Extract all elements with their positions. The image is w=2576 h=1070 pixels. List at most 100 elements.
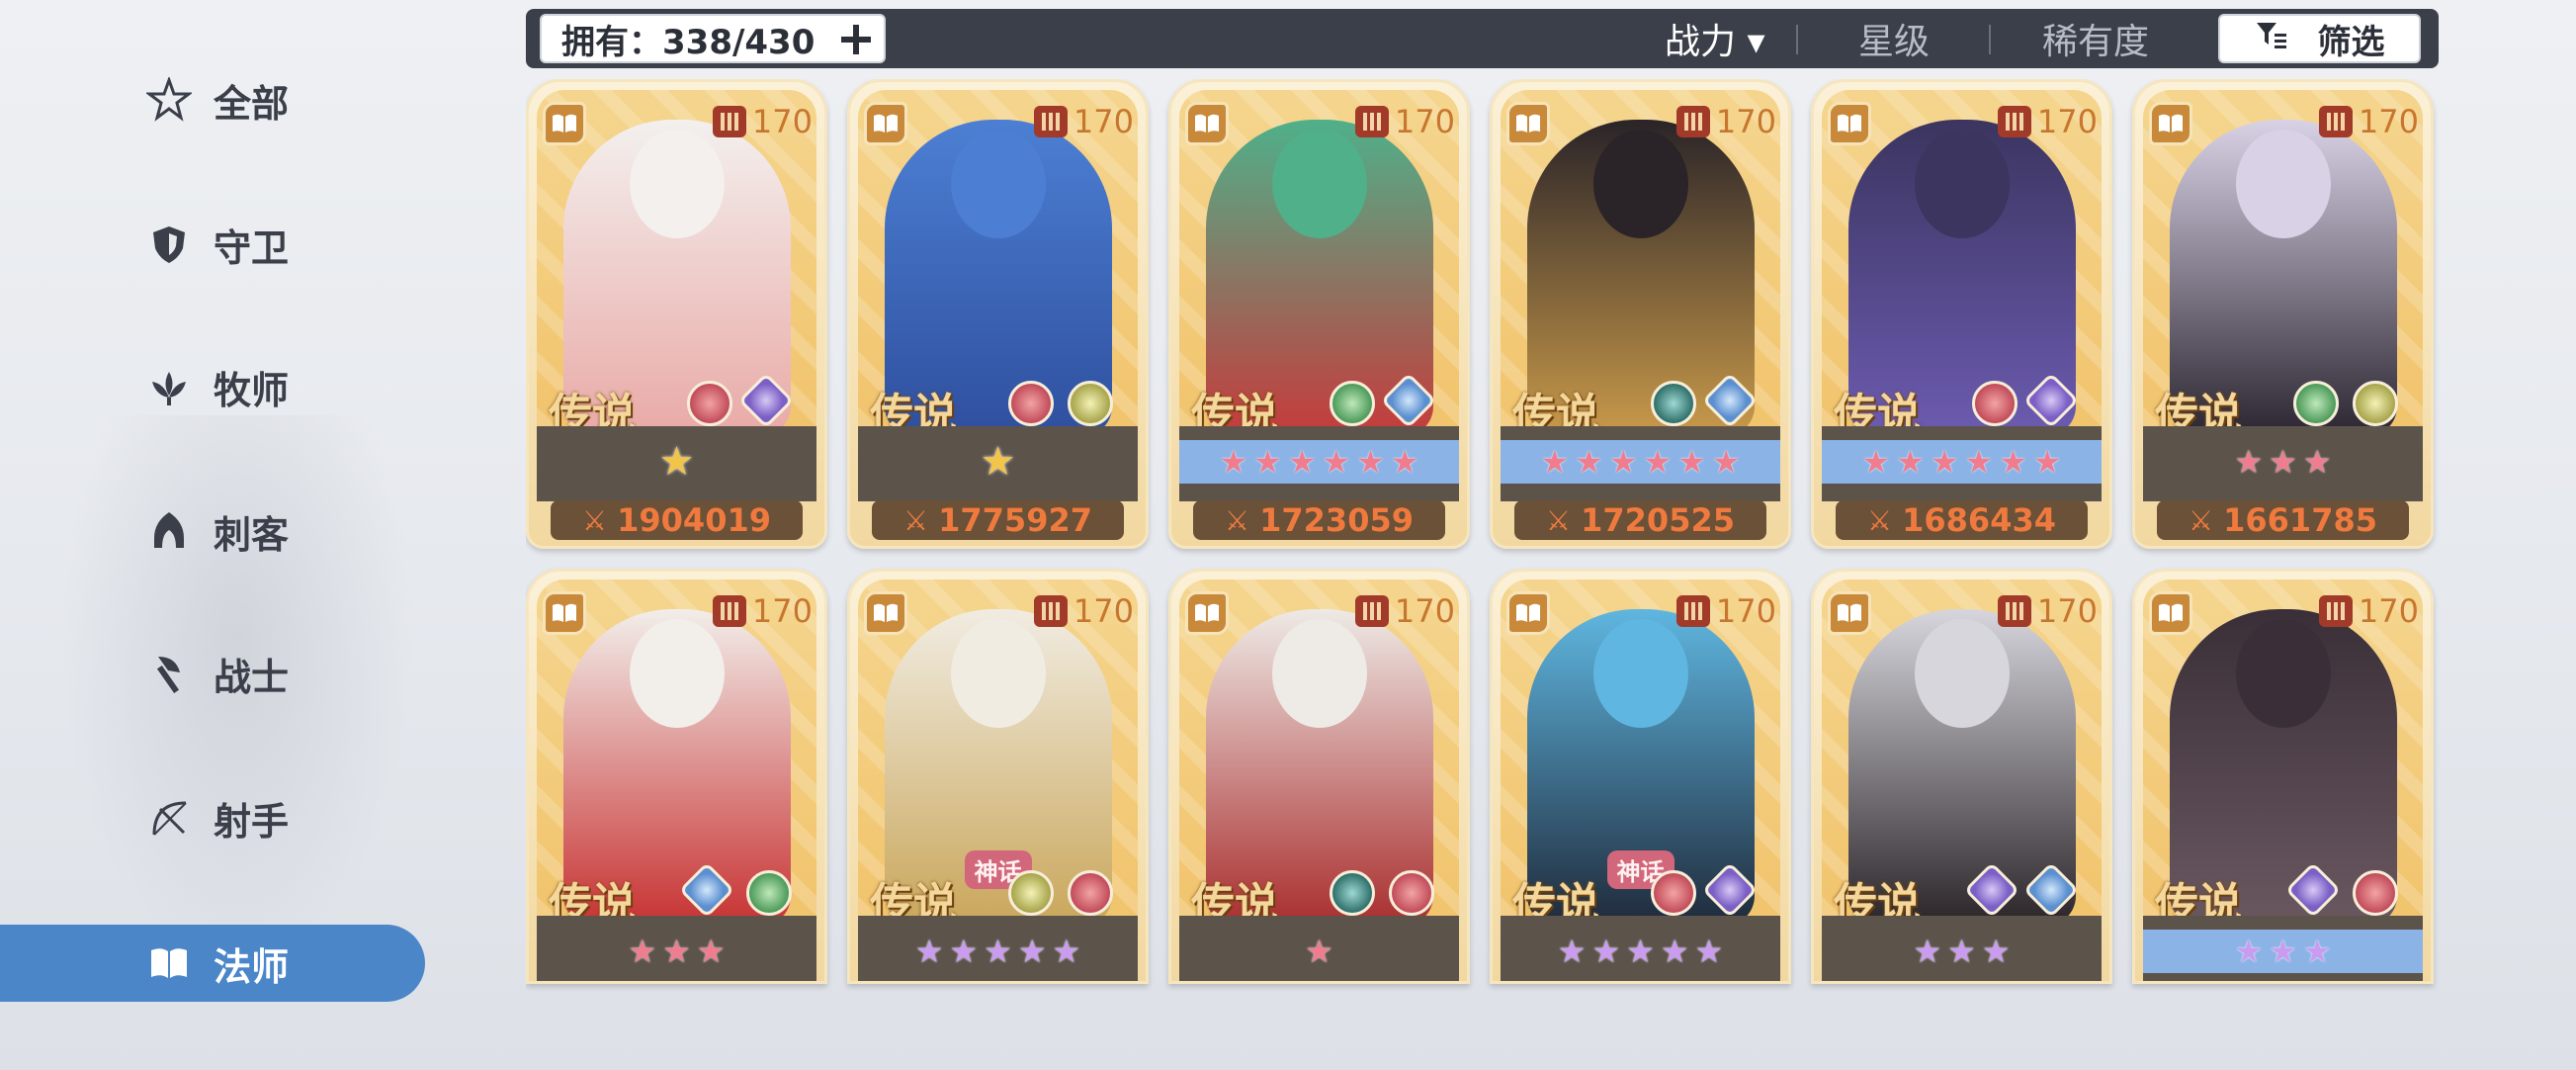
- star-icon: ★: [1575, 443, 1603, 481]
- hero-card[interactable]: 170 传说 ★ ★ ★ ★ ★ ★ ⚔ 1720525: [1490, 79, 1791, 549]
- sort-tab-star[interactable]: 星级: [1858, 17, 1930, 62]
- star-icon: ★: [1626, 933, 1655, 970]
- sidebar-item-all[interactable]: 全部: [0, 61, 425, 138]
- combat-power-value: 1904019: [617, 501, 771, 539]
- level-tier-icon: [1354, 106, 1389, 137]
- sidebar-item-label: 战士: [214, 655, 290, 699]
- element-fire-icon: [2353, 870, 2398, 916]
- expand-capacity-plus-icon[interactable]: [836, 20, 876, 59]
- star-area: ★ ★ ★ ★ ★ ★: [1822, 426, 2102, 501]
- level-value: 170: [2036, 592, 2098, 630]
- sidebar-item-archer[interactable]: 射手: [0, 779, 425, 856]
- star-icon: ★: [1694, 933, 1724, 970]
- element-fire-icon: [687, 381, 732, 426]
- hero-head: [2235, 619, 2331, 728]
- hero-card[interactable]: 170 传说 ★ ★ ★ ⚔ 1661785: [2132, 79, 2434, 549]
- element-light-icon: [1068, 381, 1113, 426]
- shield-icon: [146, 222, 192, 267]
- hero-card[interactable]: 170 传说 ★ ★ ★: [1811, 569, 2112, 984]
- star-area: ★ ★ ★ ★ ★ ★: [1179, 426, 1459, 501]
- hero-card[interactable]: 170 传说 ★ ★ ★: [2132, 569, 2434, 984]
- hero-level: 170: [2318, 591, 2419, 631]
- owned-count-box: 拥有：338/430: [540, 14, 886, 63]
- sidebar-item-assassin[interactable]: 刺客: [0, 492, 425, 570]
- combat-power-value: 1775927: [938, 501, 1092, 539]
- hero-card[interactable]: 170 传说 ★ ★ ★ ★ ★ ★ ⚔ 1686434: [1811, 79, 2112, 549]
- level-value: 170: [2358, 592, 2419, 630]
- star-rating: ★ ★ ★ ★ ★: [1501, 930, 1780, 973]
- sidebar-item-priest[interactable]: 牧师: [0, 348, 425, 425]
- star-icon: ★: [1591, 933, 1621, 970]
- hero-card[interactable]: 170 神话 传说 ★ ★ ★ ★ ★: [1490, 569, 1791, 984]
- star-icon: ★: [1052, 933, 1081, 970]
- sidebar-item-label: 全部: [214, 81, 290, 126]
- crossed-swords-icon: ⚔: [2189, 503, 2214, 537]
- sort-tab-power[interactable]: 战力 ▾: [1665, 17, 1765, 62]
- hero-card[interactable]: 170 传说 ★ ⚔ 1904019: [526, 79, 827, 549]
- element-fire-icon: [1068, 870, 1113, 916]
- sort-tab-rarity[interactable]: 稀有度: [2042, 17, 2149, 62]
- sidebar-item-warrior[interactable]: 战士: [0, 635, 425, 712]
- star-rating: ★ ★ ★ ★ ★: [858, 930, 1138, 973]
- star-rating: ★: [858, 439, 1138, 485]
- star-icon: ★: [662, 933, 691, 970]
- hero-level: 170: [1675, 102, 1776, 141]
- crossed-swords-icon: ⚔: [1225, 503, 1250, 537]
- mage-class-book-icon: [1506, 591, 1550, 635]
- hero-level: 170: [1033, 591, 1134, 631]
- hero-card[interactable]: 170 传说 ★ ★ ★: [526, 569, 827, 984]
- hero-head: [1271, 619, 1367, 728]
- star-icon: ★: [1947, 933, 1976, 970]
- level-value: 170: [1073, 103, 1134, 140]
- hero-level: 170: [1997, 591, 2098, 631]
- star-icon: ★: [1861, 443, 1891, 481]
- hero-card[interactable]: 170 神话 传说 ★ ★ ★ ★ ★: [847, 569, 1149, 984]
- element-light-icon: [1008, 870, 1054, 916]
- element-void-icon: [1330, 870, 1375, 916]
- hero-card[interactable]: 170 传说 ★: [1168, 569, 1470, 984]
- level-tier-icon: [1354, 595, 1389, 627]
- mage-class-book-icon: [1828, 591, 1871, 635]
- mage-class-book-icon: [2149, 102, 2192, 145]
- star-rating: ★ ★ ★: [2143, 930, 2423, 973]
- star-rating: ★ ★ ★ ★ ★ ★: [1179, 440, 1459, 484]
- hero-level: 170: [1354, 102, 1455, 141]
- filter-button[interactable]: 筛选: [2218, 14, 2421, 63]
- class-filter-sidebar: 全部 守卫 牧师 刺客 战士 射手 法师: [0, 0, 435, 1070]
- star-area: ★ ★ ★: [1822, 916, 2102, 981]
- star-area: ★: [537, 426, 816, 501]
- hero-level: 170: [1997, 102, 2098, 141]
- sort-tab-label: 战力 ▾: [1665, 22, 1765, 62]
- sidebar-item-label: 刺客: [214, 512, 290, 557]
- star-icon: ★: [2269, 933, 2297, 970]
- star-rating: ★: [1179, 930, 1459, 973]
- element-void-icon: [1651, 381, 1696, 426]
- hood-icon: [146, 508, 192, 554]
- crossed-swords-icon: ⚔: [1867, 503, 1893, 537]
- combat-power: ⚔ 1661785: [2157, 500, 2409, 540]
- star-icon: ★: [2302, 933, 2332, 970]
- divider: [1796, 25, 1798, 54]
- combat-power: ⚔ 1720525: [1514, 500, 1766, 540]
- winged-star-emblem-icon: ★: [980, 439, 1016, 485]
- filter-icon: [2255, 19, 2288, 58]
- element-fire-icon: [1389, 870, 1434, 916]
- level-tier-icon: [2318, 106, 2353, 137]
- hero-head: [1271, 130, 1367, 238]
- crossed-swords-icon: ⚔: [903, 503, 929, 537]
- sidebar-item-guardian[interactable]: 守卫: [0, 206, 425, 283]
- star-icon: ★: [2234, 443, 2264, 481]
- level-tier-icon: [1675, 106, 1710, 137]
- hero-head: [1914, 619, 2010, 728]
- level-value: 170: [751, 592, 813, 630]
- combat-power: ⚔ 1775927: [872, 500, 1124, 540]
- hero-card[interactable]: 170 传说 ★ ⚔ 1775927: [847, 79, 1149, 549]
- mage-class-book-icon: [543, 102, 586, 145]
- sidebar-item-mage[interactable]: 法师: [0, 925, 425, 1002]
- star-icon: ★: [1930, 443, 1959, 481]
- owned-count: 拥有：338/430: [561, 22, 816, 62]
- level-tier-icon: [1997, 595, 2031, 627]
- star-area: ★: [1179, 916, 1459, 981]
- combat-power-value: 1686434: [1902, 501, 2056, 539]
- hero-card[interactable]: 170 传说 ★ ★ ★ ★ ★ ★ ⚔ 1723059: [1168, 79, 1470, 549]
